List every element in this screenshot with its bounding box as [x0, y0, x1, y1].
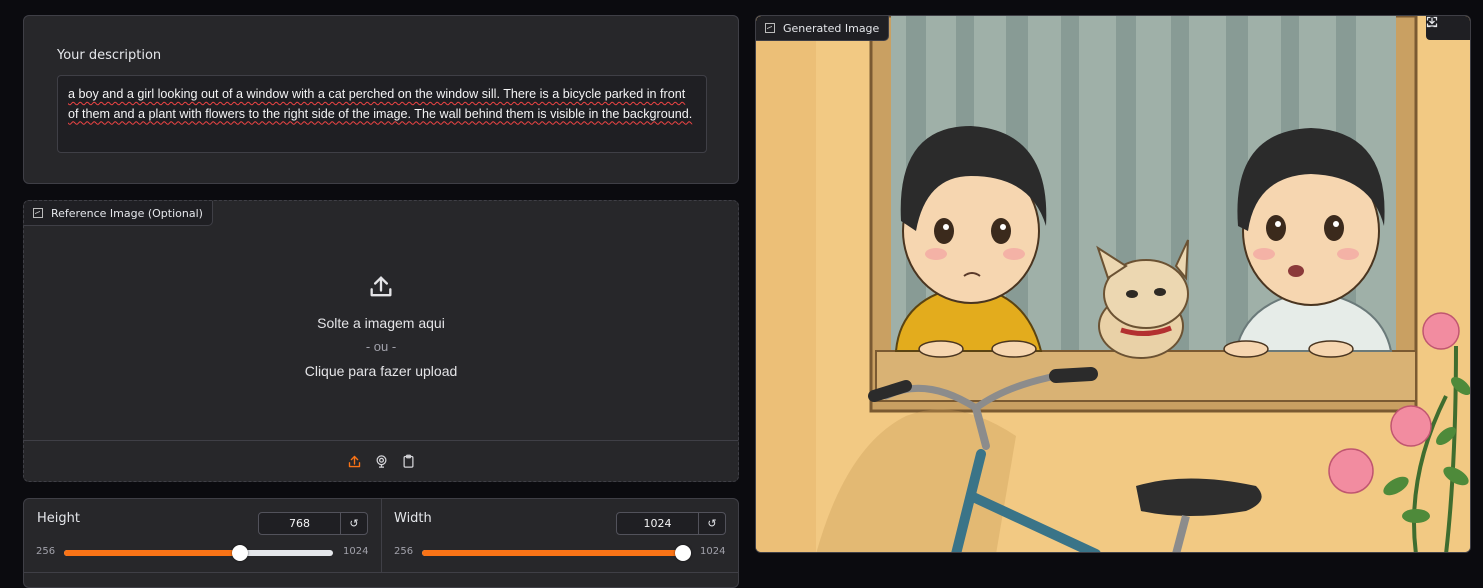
generated-image-panel: Generated Image	[755, 15, 1471, 553]
clipboard-icon	[403, 454, 413, 468]
download-icon	[1428, 17, 1436, 27]
height-max: 1024	[343, 546, 369, 557]
description-textarea[interactable]: a boy and a girl looking out of a window…	[57, 75, 707, 153]
drop-text: Solte a imagem aqui	[317, 315, 445, 331]
reference-image-label: Reference Image (Optional)	[51, 206, 203, 220]
webcam-source-button[interactable]	[373, 453, 389, 469]
girl	[1234, 128, 1393, 352]
image-icon	[765, 23, 775, 33]
generated-image-label: Generated Image	[783, 21, 880, 35]
source-toolbar	[24, 440, 738, 481]
description-label: Your description	[57, 48, 162, 63]
height-reset-button[interactable]: ↺	[341, 513, 367, 534]
height-slider-thumb[interactable]	[232, 545, 249, 561]
height-slider[interactable]	[64, 545, 333, 561]
image-actions	[1426, 16, 1470, 40]
generated-image-tab: Generated Image	[756, 16, 890, 41]
height-slider-fill	[64, 550, 241, 556]
height-value[interactable]: 768	[259, 513, 341, 534]
height-number-input[interactable]: 768 ↺	[258, 512, 368, 535]
width-min: 256	[394, 546, 414, 557]
height-slider-group: Height 768 ↺ 256 1024	[24, 499, 382, 573]
upload-icon	[348, 455, 360, 467]
width-max: 1024	[700, 546, 726, 557]
reference-image-tab: Reference Image (Optional)	[24, 201, 213, 226]
width-slider-group: Width 1024 ↺ 256 1024	[382, 499, 739, 573]
upload-source-button[interactable]	[346, 453, 362, 469]
height-min: 256	[36, 546, 56, 557]
boy	[894, 126, 1047, 352]
width-slider[interactable]	[422, 545, 691, 561]
width-slider-thumb[interactable]	[674, 545, 691, 561]
width-label: Width	[394, 511, 432, 526]
width-slider-fill	[422, 550, 683, 556]
description-panel: Your description a boy and a girl lookin…	[23, 15, 739, 184]
webcam-icon	[376, 454, 386, 468]
click-upload-text: Clique para fazer upload	[304, 363, 458, 379]
upload-icon	[370, 276, 392, 297]
width-number-input[interactable]: 1024 ↺	[616, 512, 726, 535]
width-value[interactable]: 1024	[617, 513, 699, 534]
divider	[24, 572, 738, 573]
width-reset-button[interactable]: ↺	[699, 513, 725, 534]
bicycle-seat	[1136, 478, 1262, 516]
download-button[interactable]	[1428, 16, 1470, 40]
height-label: Height	[37, 511, 80, 526]
upload-dropzone[interactable]: Solte a imagem aqui - ou - Clique para f…	[24, 261, 738, 383]
reference-image-panel: Reference Image (Optional) Solte a image…	[23, 200, 739, 482]
image-icon	[33, 208, 43, 218]
or-text: - ou -	[365, 339, 397, 354]
generated-image[interactable]	[756, 16, 1471, 553]
clipboard-source-button[interactable]	[400, 453, 416, 469]
